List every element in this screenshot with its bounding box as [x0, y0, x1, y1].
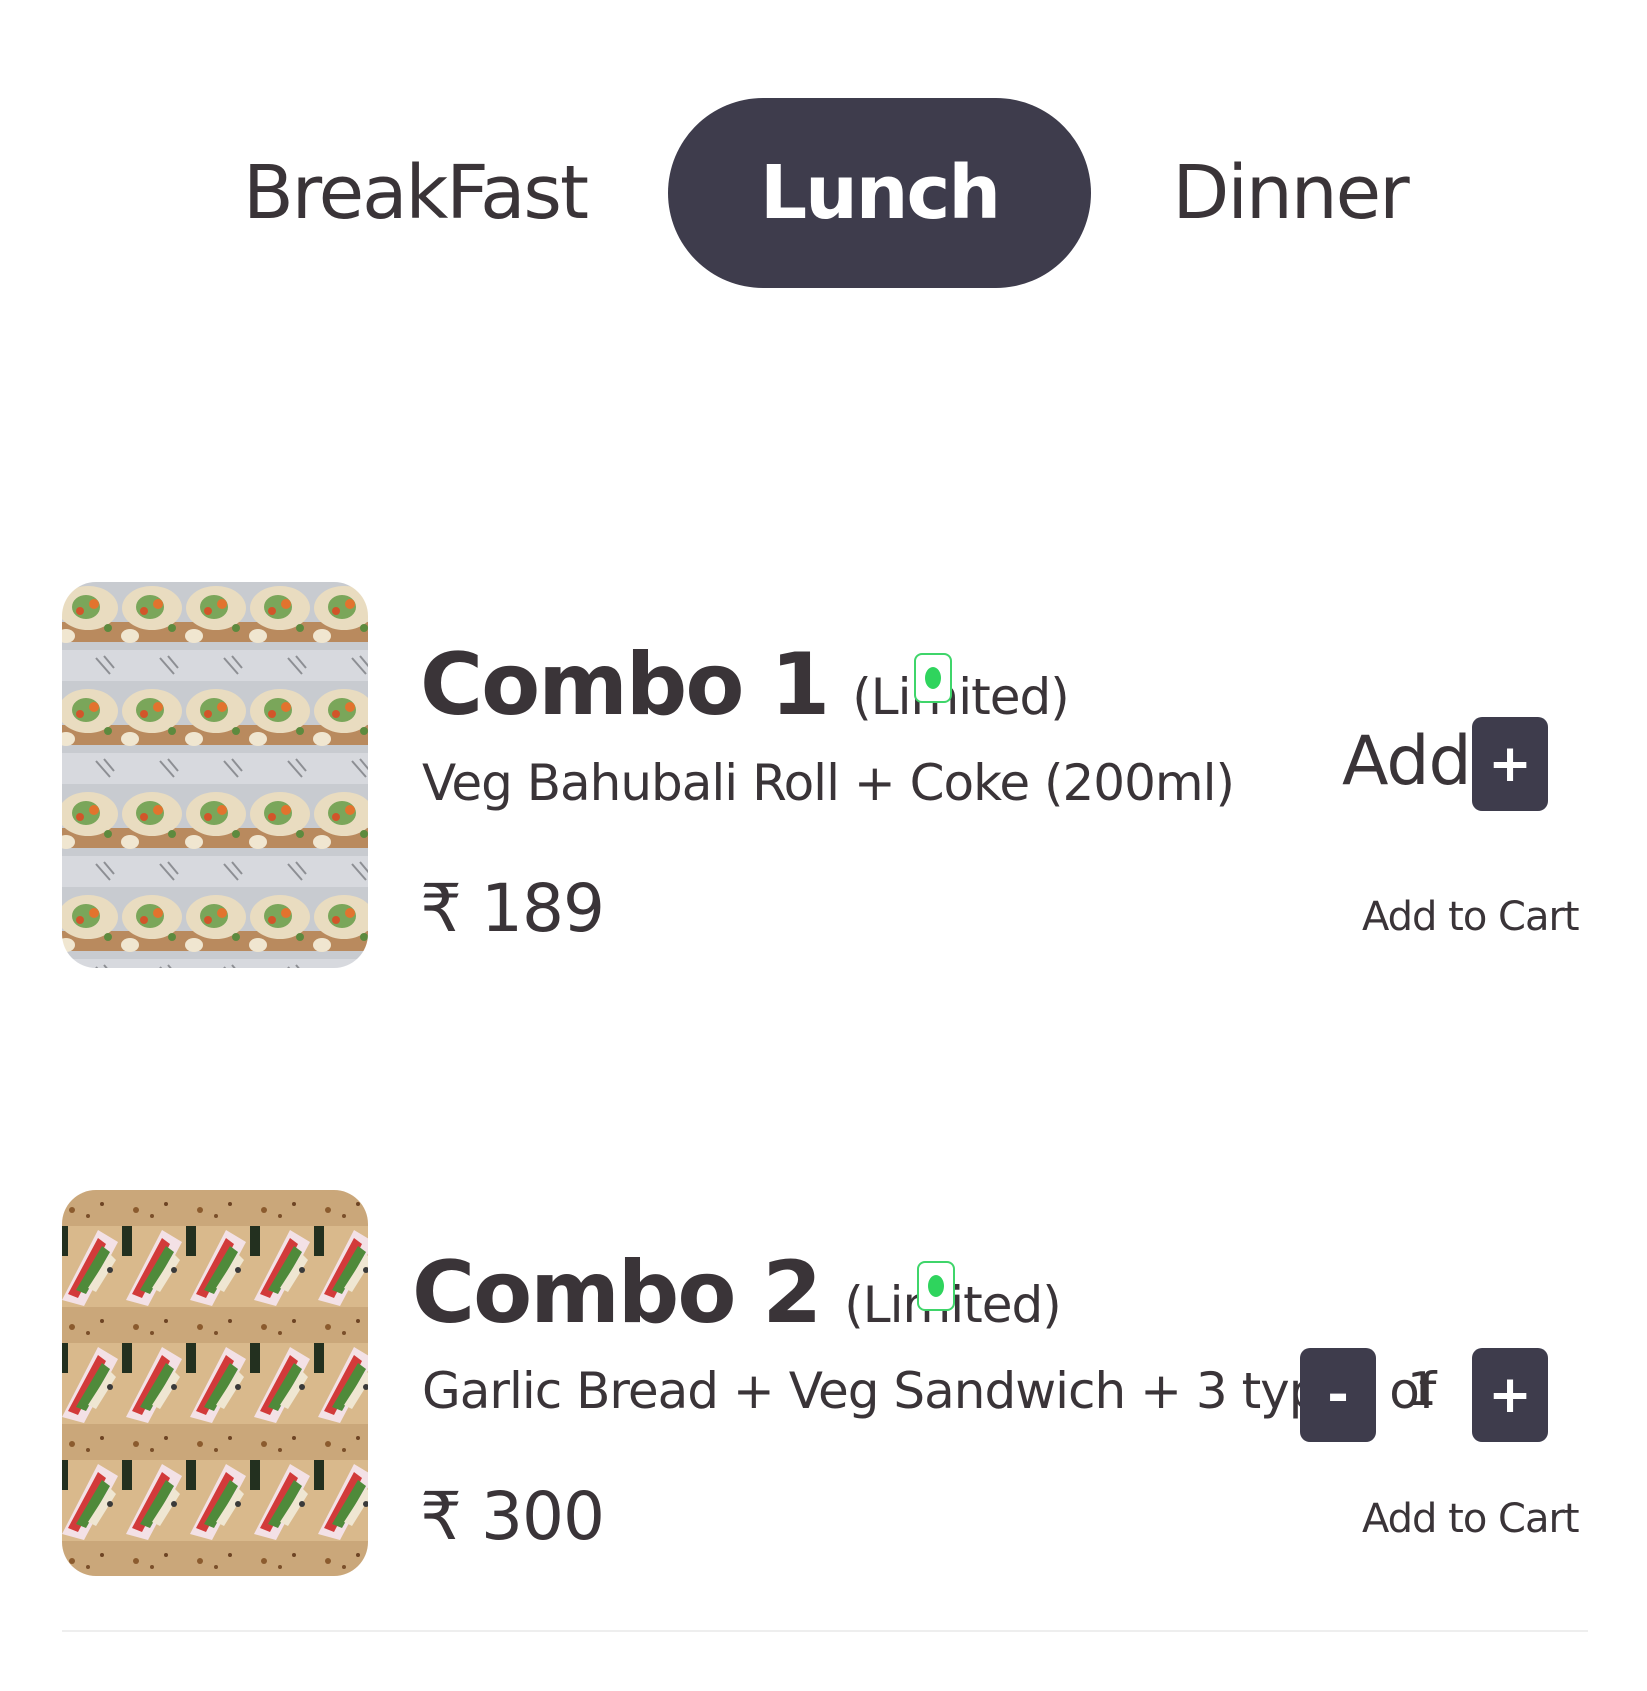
item-price: ₹ 300	[420, 1478, 605, 1555]
item-title-row: Combo 1 (Limited)	[420, 635, 1070, 735]
add-to-cart-link[interactable]: Add to Cart	[1362, 894, 1580, 940]
plus-button[interactable]: +	[1472, 717, 1548, 811]
meal-tabs: BreakFast Lunch Dinner	[0, 98, 1647, 288]
item-name: Combo 1	[420, 635, 830, 735]
tab-dinner[interactable]: Dinner	[1170, 98, 1410, 288]
tab-breakfast[interactable]: BreakFast	[243, 98, 589, 288]
add-label: Add	[1342, 722, 1472, 801]
menu-item: Combo 2 (Limited) Garlic Bread + Veg San…	[0, 1190, 1647, 1576]
item-tag: (Limited)	[852, 668, 1069, 726]
tab-lunch[interactable]: Lunch	[668, 98, 1091, 288]
item-title-row: Combo 2 (Limited)	[412, 1243, 1062, 1343]
item-name: Combo 2	[412, 1243, 822, 1343]
menu-item: Combo 1 (Limited) Veg Bahubali Roll + Co…	[0, 582, 1647, 968]
item-image	[62, 582, 368, 968]
quantity-value: 1	[1407, 1362, 1437, 1416]
item-price: ₹ 189	[420, 870, 605, 947]
add-to-cart-link[interactable]: Add to Cart	[1362, 1496, 1580, 1542]
veg-indicator-icon	[914, 653, 952, 703]
item-image	[62, 1190, 368, 1576]
item-description: Veg Bahubali Roll + Coke (200ml)	[422, 754, 1235, 812]
veg-indicator-icon	[917, 1261, 955, 1311]
divider	[62, 1630, 1588, 1632]
item-description: Garlic Bread + Veg Sandwich + 3 types of	[422, 1362, 1436, 1420]
plus-button[interactable]: +	[1472, 1348, 1548, 1442]
minus-button[interactable]: -	[1300, 1348, 1376, 1442]
